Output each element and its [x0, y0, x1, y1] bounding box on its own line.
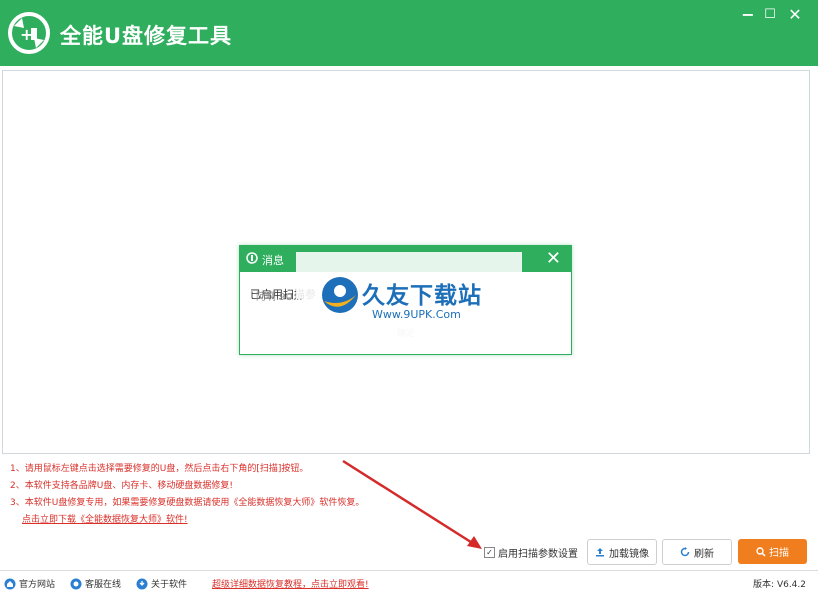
tutorial-link[interactable]: 超级详细数据恢复教程，点击立即观看! [212, 577, 369, 590]
watermark-side-text: 阿啊.9U... [256, 292, 303, 303]
watermark-logo-icon [322, 277, 358, 313]
home-icon [4, 578, 16, 589]
support-icon [70, 578, 82, 589]
scan-label: 扫描 [769, 548, 789, 559]
tips-list: 1、请用鼠标左键点击选择需要修复的U盘，然后点击右下角的[扫描]按钮。 2、本软… [10, 461, 364, 525]
watermark-brand: 久友下载站 [362, 283, 482, 309]
refresh-icon [680, 547, 690, 557]
about-software-label: 关于软件 [151, 580, 188, 590]
scan-button[interactable]: 扫描 [738, 539, 807, 564]
tip-item: 1、请用鼠标左键点击选择需要修复的U盘，然后点击右下角的[扫描]按钮。 [10, 464, 309, 474]
footer-divider [0, 570, 818, 571]
official-site-label: 官方网站 [19, 580, 56, 590]
watermark-url: Www.9UPK.Com [372, 308, 461, 321]
download-recovery-link[interactable]: 点击立即下载《全能数据恢复大师》软件! [22, 512, 364, 525]
checkbox-check-icon[interactable]: ✓ [484, 547, 495, 558]
title-bar: + 全能U盘修复工具 − ☐ ✕ [0, 0, 818, 66]
load-image-label: 加载镜像 [609, 548, 649, 560]
version-label: 版本: V6.4.2 [753, 580, 806, 590]
load-image-button[interactable]: 加载镜像 [587, 539, 657, 565]
minimize-button[interactable]: − [739, 6, 757, 24]
tip-item: 3、本软件U盘修复专用，如果需要修复硬盘数据请使用《全能数据恢复大师》软件恢复。 [10, 498, 365, 508]
app-title: 全能U盘修复工具 [60, 24, 233, 48]
official-site-link[interactable]: 官方网站 [4, 577, 55, 590]
dialog-title: 消息 [262, 254, 284, 267]
search-icon [756, 546, 766, 557]
app-logo-icon: + [8, 12, 50, 54]
dialog-logo-icon [246, 252, 258, 264]
close-button[interactable]: ✕ [786, 6, 804, 24]
tip-item: 2、本软件支持各品牌U盘、内存卡、移动硬盘数据修复! [10, 481, 233, 491]
upload-icon [596, 548, 604, 557]
dialog-close-button[interactable]: ✕ [546, 248, 561, 269]
enable-scan-params-checkbox[interactable]: ✓ 启用扫描参数设置 [484, 545, 578, 560]
info-icon [136, 578, 148, 589]
enable-scan-params-label: 启用扫描参数设置 [498, 549, 578, 560]
refresh-label: 刷新 [694, 548, 714, 560]
support-online-link[interactable]: 客服在线 [70, 577, 121, 590]
refresh-button[interactable]: 刷新 [662, 539, 732, 565]
support-online-label: 客服在线 [85, 580, 122, 590]
maximize-button[interactable]: ☐ [761, 6, 779, 24]
about-software-link[interactable]: 关于软件 [136, 577, 187, 590]
